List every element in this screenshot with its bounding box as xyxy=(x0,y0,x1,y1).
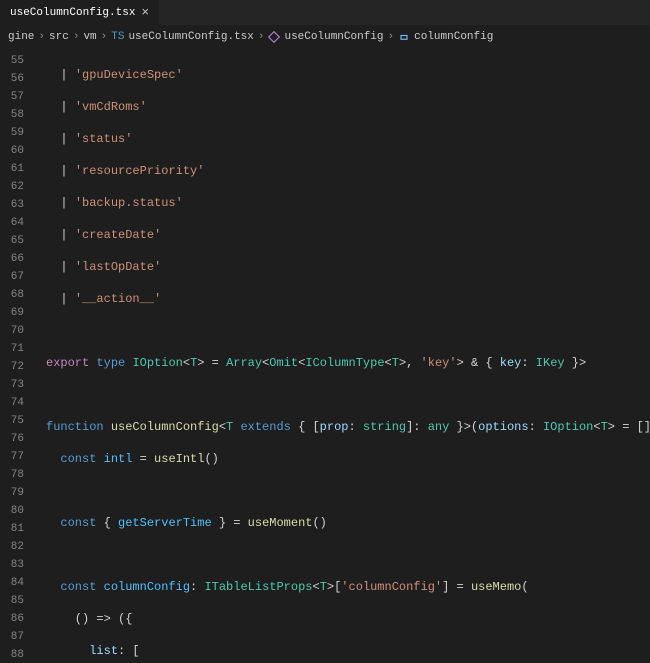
breadcrumb: gine › src › vm › TS useColumnConfig.tsx… xyxy=(0,26,650,48)
tab-usecolumnconfig[interactable]: useColumnConfig.tsx × xyxy=(0,0,160,25)
line-number: 87 xyxy=(0,628,24,646)
chevron-right-icon: › xyxy=(73,31,80,43)
code-token: 'status' xyxy=(75,132,133,146)
line-number: 64 xyxy=(0,214,24,232)
line-number: 75 xyxy=(0,412,24,430)
line-number: 69 xyxy=(0,304,24,322)
line-number: 56 xyxy=(0,70,24,88)
crumb-file[interactable]: useColumnConfig.tsx xyxy=(128,31,253,43)
code-content[interactable]: | 'gpuDeviceSpec' | 'vmCdRoms' | 'status… xyxy=(34,48,650,663)
editor-area[interactable]: 5556575859606162636465666768697071727374… xyxy=(0,48,650,663)
line-number: 82 xyxy=(0,538,24,556)
line-number: 85 xyxy=(0,592,24,610)
crumb-root[interactable]: gine xyxy=(8,31,34,43)
line-number: 79 xyxy=(0,484,24,502)
code-token: 'resourcePriority' xyxy=(75,164,205,178)
chevron-right-icon: › xyxy=(38,31,45,43)
method-icon xyxy=(268,31,280,43)
line-number: 61 xyxy=(0,160,24,178)
line-number: 76 xyxy=(0,430,24,448)
chevron-right-icon: › xyxy=(101,31,108,43)
line-number: 59 xyxy=(0,124,24,142)
line-number: 74 xyxy=(0,394,24,412)
line-number: 73 xyxy=(0,376,24,394)
tab-title: useColumnConfig.tsx xyxy=(10,7,135,19)
line-number: 83 xyxy=(0,556,24,574)
line-number: 78 xyxy=(0,466,24,484)
crumb-src[interactable]: src xyxy=(49,31,69,43)
line-number: 55 xyxy=(0,52,24,70)
line-number: 67 xyxy=(0,268,24,286)
line-number: 72 xyxy=(0,358,24,376)
line-number: 62 xyxy=(0,178,24,196)
ts-file-icon: TS xyxy=(111,31,124,43)
line-number: 84 xyxy=(0,574,24,592)
crumb-fn[interactable]: useColumnConfig xyxy=(284,31,383,43)
code-token: 'backup.status' xyxy=(75,196,183,210)
code-token: 'createDate' xyxy=(75,228,161,242)
close-icon[interactable]: × xyxy=(141,6,149,19)
line-number: 86 xyxy=(0,610,24,628)
line-number: 77 xyxy=(0,448,24,466)
code-token: 'vmCdRoms' xyxy=(75,100,147,114)
line-number: 65 xyxy=(0,232,24,250)
line-number: 58 xyxy=(0,106,24,124)
code-token: 'lastOpDate' xyxy=(75,260,161,274)
chevron-right-icon: › xyxy=(388,31,395,43)
field-icon xyxy=(398,31,410,43)
crumb-vm[interactable]: vm xyxy=(83,31,96,43)
line-number: 71 xyxy=(0,340,24,358)
line-number: 70 xyxy=(0,322,24,340)
code-token: '__action__' xyxy=(75,292,161,306)
code-line xyxy=(46,322,650,340)
code-token: 'gpuDeviceSpec' xyxy=(75,68,183,82)
line-number: 88 xyxy=(0,646,24,663)
line-number: 63 xyxy=(0,196,24,214)
chevron-right-icon: › xyxy=(258,31,265,43)
line-number: 68 xyxy=(0,286,24,304)
line-gutter: 5556575859606162636465666768697071727374… xyxy=(0,48,34,663)
crumb-var[interactable]: columnConfig xyxy=(414,31,493,43)
line-number: 57 xyxy=(0,88,24,106)
line-number: 80 xyxy=(0,502,24,520)
tab-bar: useColumnConfig.tsx × xyxy=(0,0,650,26)
line-number: 60 xyxy=(0,142,24,160)
line-number: 81 xyxy=(0,520,24,538)
line-number: 66 xyxy=(0,250,24,268)
